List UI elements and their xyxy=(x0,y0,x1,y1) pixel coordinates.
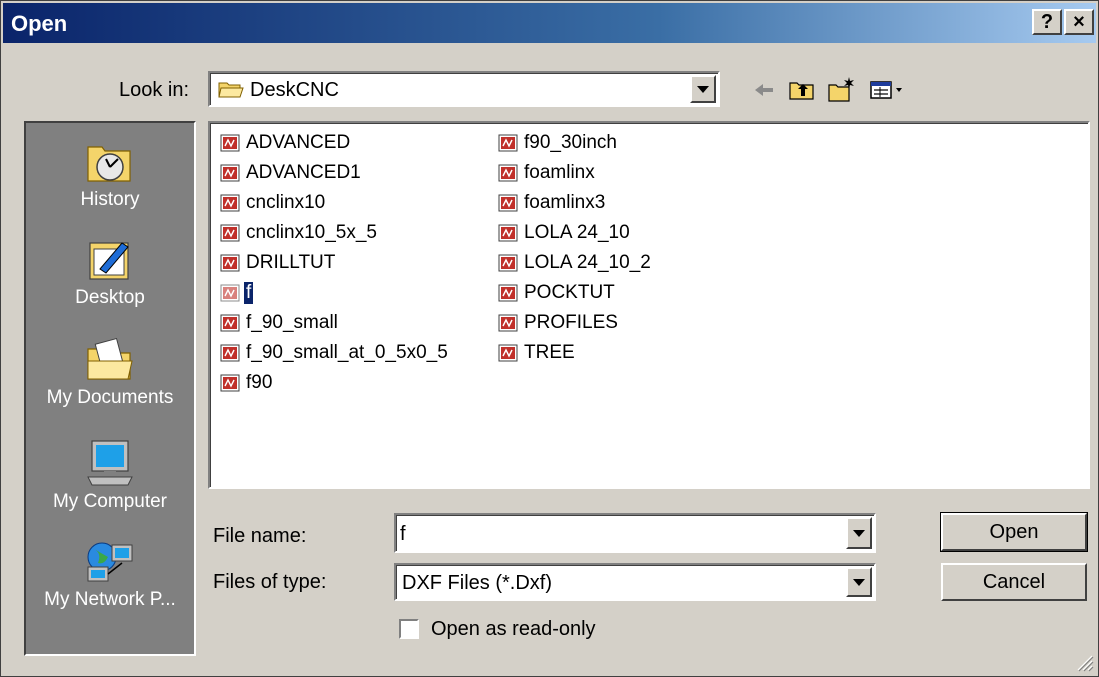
desktop-icon xyxy=(89,242,129,280)
close-button[interactable]: × xyxy=(1064,9,1094,35)
place-my-documents-label: My Documents xyxy=(46,387,174,408)
dxf-file-icon xyxy=(220,224,240,242)
file-name-label: File name: xyxy=(213,525,307,547)
file-item-name: f_90_small_at_0_5x0_5 xyxy=(246,342,448,363)
place-desktop[interactable]: Desktop xyxy=(26,235,194,309)
file-item-name: PROFILES xyxy=(524,312,618,333)
file-item-name: ADVANCED xyxy=(246,132,351,153)
new-folder-icon[interactable] xyxy=(827,75,857,105)
file-item-name: foamlinx xyxy=(524,162,595,183)
place-desktop-label: Desktop xyxy=(75,287,145,308)
place-my-computer[interactable]: My Computer xyxy=(26,439,194,513)
file-item-name: ADVANCED1 xyxy=(246,162,361,183)
resize-grip-icon[interactable] xyxy=(1072,650,1094,672)
file-name-dropdown-button[interactable] xyxy=(846,517,872,549)
places-bar: History Desktop My Documents My Computer… xyxy=(24,121,196,656)
chevron-down-icon xyxy=(853,579,865,586)
read-only-label[interactable]: Open as read-only xyxy=(431,618,596,641)
look-in-combo[interactable]: DeskCNC xyxy=(208,71,720,107)
dxf-file-icon xyxy=(498,164,518,182)
read-only-checkbox[interactable] xyxy=(399,619,419,639)
title-bar[interactable]: Open ? × xyxy=(3,3,1096,43)
file-item-name: f_90_small xyxy=(246,312,338,333)
view-menu-icon[interactable] xyxy=(867,75,907,105)
history-icon xyxy=(87,146,131,182)
place-my-computer-label: My Computer xyxy=(52,491,168,512)
my-computer-icon xyxy=(87,440,133,486)
file-item-name: cnclinx10 xyxy=(246,192,326,213)
place-history[interactable]: History xyxy=(26,137,194,211)
look-in-label: Look in: xyxy=(119,79,190,101)
open-dialog: Open ? × Look in: DeskCNC History Deskto… xyxy=(0,0,1099,677)
cancel-button[interactable]: Cancel xyxy=(941,563,1087,601)
dxf-file-icon xyxy=(220,344,240,362)
look-in-value: DeskCNC xyxy=(250,79,339,101)
dxf-file-icon xyxy=(220,284,240,302)
dialog-title: Open xyxy=(11,11,68,36)
chevron-down-icon xyxy=(697,86,709,93)
file-type-select[interactable]: DXF Files (*.Dxf) xyxy=(394,563,876,601)
network-places-icon xyxy=(87,542,133,582)
place-network-label: My Network P... xyxy=(44,589,176,610)
file-item-name: cnclinx10_5x_5 xyxy=(246,222,377,243)
file-list[interactable]: ADVANCED ADVANCED1 cnclinx10 cnclinx10_5x_5… xyxy=(208,121,1090,489)
look-in-dropdown-button[interactable] xyxy=(690,75,716,103)
file-item-name: TREE xyxy=(524,342,575,363)
file-item-name: f90_30inch xyxy=(524,132,617,153)
file-item-name: LOLA 24_10_2 xyxy=(524,252,651,273)
dxf-file-icon xyxy=(498,134,518,152)
file-name-input[interactable]: f xyxy=(400,523,406,546)
place-history-label: History xyxy=(80,189,140,210)
place-network[interactable]: My Network P... xyxy=(26,537,194,611)
dxf-file-icon xyxy=(498,254,518,272)
file-item-name: foamlinx3 xyxy=(524,192,606,213)
file-item-name: f xyxy=(244,282,254,304)
dxf-file-icon xyxy=(220,134,240,152)
file-item-name: f90 xyxy=(246,372,273,393)
dxf-file-icon xyxy=(220,194,240,212)
open-button[interactable]: Open xyxy=(940,512,1088,552)
dxf-file-icon xyxy=(498,224,518,242)
file-type-value: DXF Files (*.Dxf) xyxy=(402,572,552,594)
chevron-down-icon xyxy=(853,530,865,537)
dxf-file-icon xyxy=(498,344,518,362)
my-documents-icon xyxy=(87,337,133,380)
back-arrow-icon[interactable] xyxy=(749,75,779,105)
dxf-file-icon xyxy=(220,254,240,272)
dxf-file-icon xyxy=(498,314,518,332)
folder-open-icon xyxy=(218,82,244,98)
file-type-dropdown-button[interactable] xyxy=(846,567,872,597)
dxf-file-icon xyxy=(220,374,240,392)
file-item-name: LOLA 24_10 xyxy=(524,222,630,243)
dxf-file-icon xyxy=(220,314,240,332)
up-one-level-icon[interactable] xyxy=(787,75,817,105)
file-item-name: DRILLTUT xyxy=(246,252,336,273)
dxf-file-icon xyxy=(498,194,518,212)
file-type-label: Files of type: xyxy=(213,571,327,593)
dxf-file-icon xyxy=(220,164,240,182)
help-button[interactable]: ? xyxy=(1032,9,1062,35)
file-item-name: POCKTUT xyxy=(524,282,615,303)
file-name-combo[interactable]: f xyxy=(394,513,876,553)
dxf-file-icon xyxy=(498,284,518,302)
place-my-documents[interactable]: My Documents xyxy=(26,335,194,409)
